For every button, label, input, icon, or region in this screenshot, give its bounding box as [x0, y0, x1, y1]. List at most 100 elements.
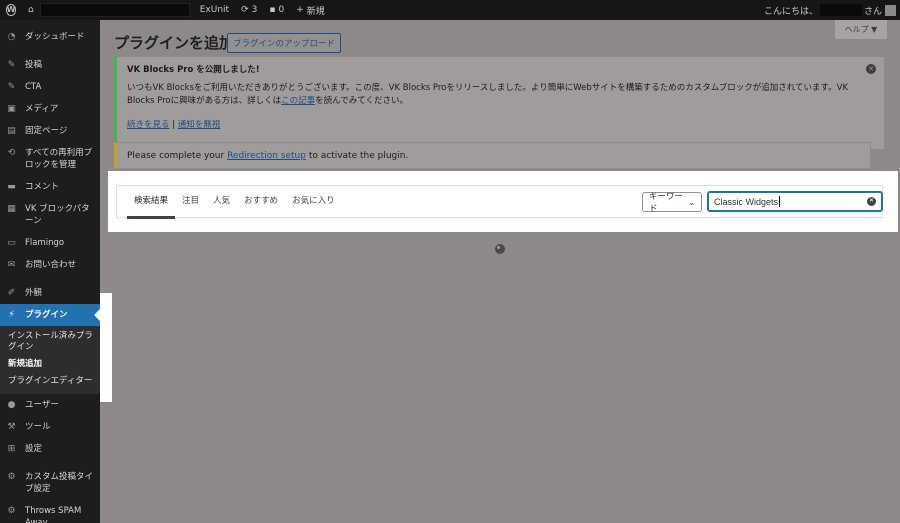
- sidebar-item-throws-spam-away[interactable]: ⚙ Throws SPAM Away: [0, 500, 100, 523]
- sidebar-item-flamingo[interactable]: ▭ Flamingo: [0, 232, 100, 254]
- link-separator: |: [172, 120, 176, 130]
- brush-icon: ✐: [7, 288, 16, 298]
- redirection-text-suffix: to activate the plugin.: [308, 150, 409, 161]
- clear-search-icon[interactable]: ✕: [867, 197, 876, 206]
- wrench-icon: ⚒: [7, 422, 16, 432]
- notice-body-suffix: を読んでみてください。: [315, 96, 408, 106]
- avatar[interactable]: [885, 4, 896, 16]
- comment-icon: ▪: [269, 5, 276, 15]
- sidebar-item-label: コメント: [25, 182, 60, 192]
- admin-sidebar: ◔ ダッシュボード ✎ 投稿 ✎ CTA ▣ メディア ▤ 固定ページ ⟲ すべての再利用ブ…: [0, 20, 100, 523]
- search-input-value: Classic Widgets: [714, 196, 779, 207]
- read-more-link[interactable]: 続きを見る: [127, 120, 170, 130]
- sidebar-item-label: ツール: [25, 422, 51, 432]
- comment-icon: ▬: [7, 182, 16, 192]
- sidebar-item-vk-patterns[interactable]: ▦ VK ブロックパターン: [0, 198, 100, 232]
- redacted-username: [819, 4, 862, 16]
- sidebar-item-appearance[interactable]: ✐ 外観: [0, 282, 100, 304]
- admin-bar-comments[interactable]: ▪ 0: [263, 0, 290, 20]
- loading-spinner-icon: [495, 244, 505, 254]
- notice-links: 続きを見る | 通知を無視: [127, 118, 874, 130]
- home-icon[interactable]: ⌂: [22, 0, 40, 20]
- notice-body-text: いつもVK Blocksをご利用いただきありがとうございます。この度、VK Bl…: [127, 83, 849, 106]
- wordpress-logo-icon[interactable]: W: [0, 0, 22, 20]
- sidebar-item-label: ユーザー: [25, 400, 59, 410]
- sidebar-item-label: すべての再利用ブロックを管理: [25, 148, 93, 170]
- comments-count: 0: [278, 5, 285, 15]
- gear-icon: ⚙: [7, 472, 16, 482]
- sidebar-item-posts[interactable]: ✎ 投稿: [0, 54, 100, 76]
- user-icon: ●: [7, 400, 16, 410]
- gear-icon: ⚙: [7, 506, 16, 516]
- sidebar-item-contact[interactable]: ✉ お問い合わせ: [0, 254, 100, 276]
- main-content: ヘルプ ▼ プラグインを追加 プラグインのアップロード ✕ VK Blocks …: [100, 20, 900, 523]
- sidebar-item-label: ダッシュボード: [25, 32, 85, 42]
- sidebar-item-custom-post-types[interactable]: ⚙ カスタム投稿タイプ設定: [0, 466, 100, 500]
- pin-icon: ✎: [7, 60, 16, 70]
- admin-bar-new[interactable]: + 新規: [290, 0, 331, 20]
- search-type-value: キーワード: [649, 192, 684, 214]
- sidebar-item-label: 外観: [25, 288, 43, 298]
- reusable-block-icon: ⟲: [7, 148, 16, 158]
- sidebar-item-cta[interactable]: ✎ CTA: [0, 76, 100, 98]
- notice-article-link[interactable]: この記事: [281, 96, 315, 106]
- redirection-notice: Please complete your Redirection setup t…: [114, 142, 871, 169]
- sidebar-item-pages[interactable]: ▤ 固定ページ: [0, 120, 100, 142]
- page-title: プラグインを追加: [114, 34, 235, 52]
- sidebar-item-label: CTA: [25, 82, 42, 92]
- settings-icon: ⊞: [7, 444, 16, 454]
- sidebar-item-dashboard[interactable]: ◔ ダッシュボード: [0, 26, 100, 48]
- plugin-icon: ⚡: [8, 310, 15, 320]
- tab-featured[interactable]: 注目: [175, 186, 206, 219]
- sidebar-item-users[interactable]: ● ユーザー: [0, 394, 100, 416]
- sidebar-item-plugins[interactable]: ⚡ プラグイン: [0, 304, 100, 326]
- vk-blocks-notice: ✕ VK Blocks Pro を公開しました! いつもVK Blocksをご利…: [114, 56, 885, 150]
- plugins-submenu: インストール済みプラグイン 新規追加 プラグインエディター: [0, 326, 100, 394]
- tab-search-results[interactable]: 検索結果: [127, 186, 176, 219]
- filter-tabs: 検索結果 注目 人気 おすすめ お気に入り: [127, 186, 342, 219]
- pin-icon: ✎: [7, 82, 16, 92]
- sidebar-item-comments[interactable]: ▬ コメント: [0, 176, 100, 198]
- upload-plugin-button[interactable]: プラグインのアップロード: [227, 33, 342, 53]
- chevron-down-icon: ⌄: [688, 197, 695, 207]
- help-tab-button[interactable]: ヘルプ ▼: [834, 20, 888, 40]
- sidebar-item-label: 投稿: [25, 60, 43, 70]
- sidebar-item-reusable-blocks[interactable]: ⟲ すべての再利用ブロックを管理: [0, 142, 100, 176]
- redirection-setup-link[interactable]: Redirection setup: [227, 151, 306, 161]
- submenu-installed-plugins[interactable]: インストール済みプラグイン: [0, 328, 100, 356]
- dismiss-notice-link[interactable]: 通知を無視: [178, 120, 221, 130]
- plugin-filter-bar: 検索結果 注目 人気 おすすめ お気に入り キーワード ⌄ Classic Wi…: [116, 185, 883, 219]
- dashboard-icon: ◔: [7, 32, 16, 42]
- flamingo-icon: ▭: [7, 238, 16, 248]
- admin-bar-updates[interactable]: ⟳ 3: [235, 0, 263, 20]
- page-icon: ▤: [7, 126, 16, 136]
- sidebar-item-label: Throws SPAM Away: [25, 506, 82, 523]
- close-icon[interactable]: ✕: [866, 64, 876, 74]
- sidebar-item-tools[interactable]: ⚒ ツール: [0, 416, 100, 438]
- tab-favorites[interactable]: お気に入り: [285, 186, 342, 219]
- pattern-icon: ▦: [7, 204, 16, 214]
- redacted-site-name: [39, 3, 190, 17]
- sidebar-item-media[interactable]: ▣ メディア: [0, 98, 100, 120]
- admin-bar: W ⌂ ExUnit ⟳ 3 ▪ 0 + 新規 こんにちは、 さん: [0, 0, 900, 20]
- tab-recommended[interactable]: おすすめ: [237, 186, 285, 219]
- admin-bar-site-link[interactable]: ExUnit: [194, 0, 235, 20]
- media-icon: ▣: [7, 104, 16, 114]
- notice-title: VK Blocks Pro を公開しました!: [127, 65, 260, 75]
- submenu-add-new[interactable]: 新規追加: [0, 356, 100, 373]
- sidebar-item-settings[interactable]: ⊞ 設定: [0, 438, 100, 460]
- sidebar-item-label: 設定: [25, 444, 43, 454]
- plus-icon: +: [296, 5, 304, 15]
- search-type-select[interactable]: キーワード ⌄: [642, 192, 702, 214]
- sidebar-item-label: 固定ページ: [25, 126, 68, 136]
- admin-bar-account[interactable]: こんにちは、 さん: [764, 4, 900, 17]
- sidebar-item-label: プラグイン: [25, 310, 68, 320]
- plugin-search-input[interactable]: Classic Widgets ✕: [707, 191, 883, 212]
- mail-icon: ✉: [7, 260, 16, 270]
- text-caret: [779, 196, 781, 207]
- notice-body: いつもVK Blocksをご利用いただきありがとうございます。この度、VK Bl…: [127, 82, 867, 108]
- highlight-filter-region: 検索結果 注目 人気 おすすめ お気に入り キーワード ⌄ Classic Wi…: [108, 171, 898, 232]
- tab-popular[interactable]: 人気: [206, 186, 237, 219]
- submenu-plugin-editor[interactable]: プラグインエディター: [0, 373, 100, 390]
- sidebar-item-label: Flamingo: [25, 238, 65, 248]
